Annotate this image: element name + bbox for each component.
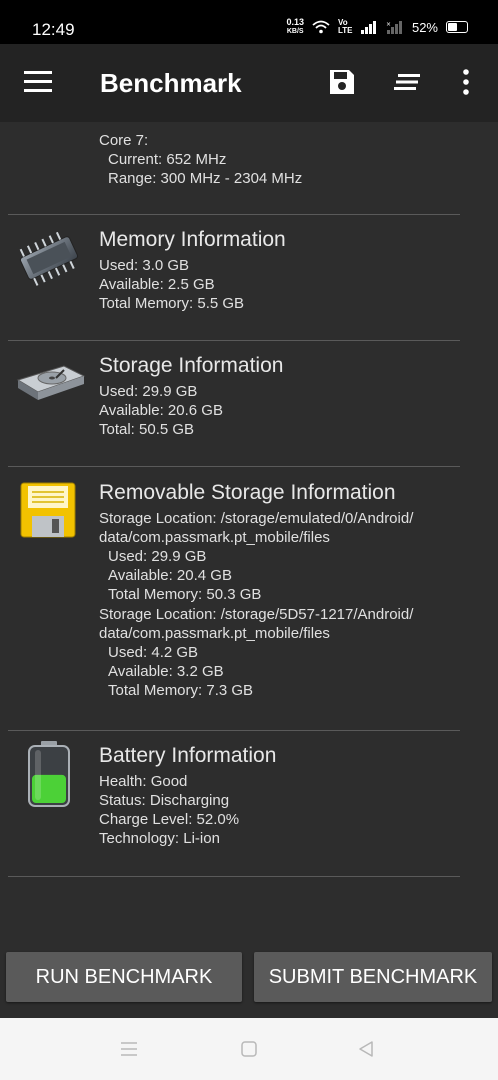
- run-benchmark-button[interactable]: RUN BENCHMARK: [6, 952, 242, 1002]
- divider: [8, 730, 460, 731]
- location-2-path-cont: data/com.passmark.pt_mobile/files: [99, 625, 330, 642]
- battery-health: Health: Good: [99, 773, 188, 790]
- divider: [8, 466, 460, 467]
- storage-available: Available: 20.6 GB: [99, 402, 223, 419]
- info-list[interactable]: Core 7: Current: 652 MHz Range: 300 MHz …: [0, 122, 498, 942]
- nav-back-icon[interactable]: [356, 1039, 376, 1059]
- storage-title: Storage Information: [99, 354, 284, 377]
- location-2-used: Used: 4.2 GB: [108, 644, 199, 661]
- memory-chip-icon: [19, 231, 79, 286]
- location-1-path: Storage Location: /storage/emulated/0/An…: [99, 510, 414, 527]
- memory-available: Available: 2.5 GB: [99, 276, 215, 293]
- net-speed-value: 0.13: [286, 17, 304, 27]
- location-2-path: Storage Location: /storage/5D57-1217/And…: [99, 606, 414, 623]
- sort-icon[interactable]: [394, 72, 422, 92]
- status-icons: 0.13 KB/S Vo LTE × 52%: [286, 18, 468, 36]
- submit-benchmark-button[interactable]: SUBMIT BENCHMARK: [254, 952, 492, 1002]
- memory-title: Memory Information: [99, 228, 286, 251]
- status-time: 12:49: [32, 20, 75, 39]
- core-range: Range: 300 MHz - 2304 MHz: [108, 170, 303, 187]
- status-battery-icon: [446, 21, 468, 33]
- divider: [8, 340, 460, 341]
- location-2-available: Available: 3.2 GB: [108, 663, 224, 680]
- hard-drive-icon: [16, 365, 86, 400]
- memory-total: Total Memory: 5.5 GB: [99, 295, 245, 312]
- battery-status: Status: Discharging: [99, 792, 230, 809]
- location-1-used: Used: 29.9 GB: [108, 548, 207, 565]
- nav-home-icon[interactable]: [239, 1039, 259, 1059]
- battery-icon: [28, 741, 70, 807]
- app-title: Benchmark: [100, 68, 242, 98]
- app-bar: Benchmark: [0, 44, 498, 122]
- volte-label: Vo LTE: [337, 18, 353, 35]
- location-2-total: Total Memory: 7.3 GB: [108, 682, 254, 699]
- battery-percent: 52%: [411, 19, 438, 35]
- storage-total: Total: 50.5 GB: [99, 421, 195, 438]
- net-speed: 0.13 KB/S: [286, 18, 304, 36]
- svg-text:×: ×: [386, 21, 391, 28]
- signal-icon: [360, 20, 376, 34]
- removable-title: Removable Storage Information: [99, 481, 396, 504]
- status-bar: 12:49 0.13 KB/S Vo LTE × 52%: [0, 0, 498, 44]
- location-1-total: Total Memory: 50.3 GB: [108, 586, 262, 603]
- menu-icon[interactable]: [24, 71, 52, 93]
- floppy-disk-icon: [20, 482, 76, 538]
- location-1-path-cont: data/com.passmark.pt_mobile/files: [99, 529, 330, 546]
- nav-menu-icon[interactable]: [119, 1039, 139, 1059]
- signal-2-icon: ×: [386, 20, 402, 34]
- storage-used: Used: 29.9 GB: [99, 383, 198, 400]
- save-icon[interactable]: [328, 68, 356, 96]
- more-vert-icon[interactable]: [456, 68, 476, 96]
- battery-charge-level: Charge Level: 52.0%: [99, 811, 240, 828]
- wifi-icon: [312, 20, 330, 34]
- core-current: Current: 652 MHz: [108, 151, 227, 168]
- divider: [8, 214, 460, 215]
- memory-used: Used: 3.0 GB: [99, 257, 190, 274]
- net-speed-unit: KB/S: [286, 28, 304, 35]
- divider: [8, 876, 460, 877]
- core-name: Core 7:: [99, 132, 149, 149]
- location-1-available: Available: 20.4 GB: [108, 567, 232, 584]
- system-nav-bar: [0, 1018, 498, 1080]
- battery-title: Battery Information: [99, 744, 277, 767]
- battery-technology: Technology: Li-ion: [99, 830, 220, 847]
